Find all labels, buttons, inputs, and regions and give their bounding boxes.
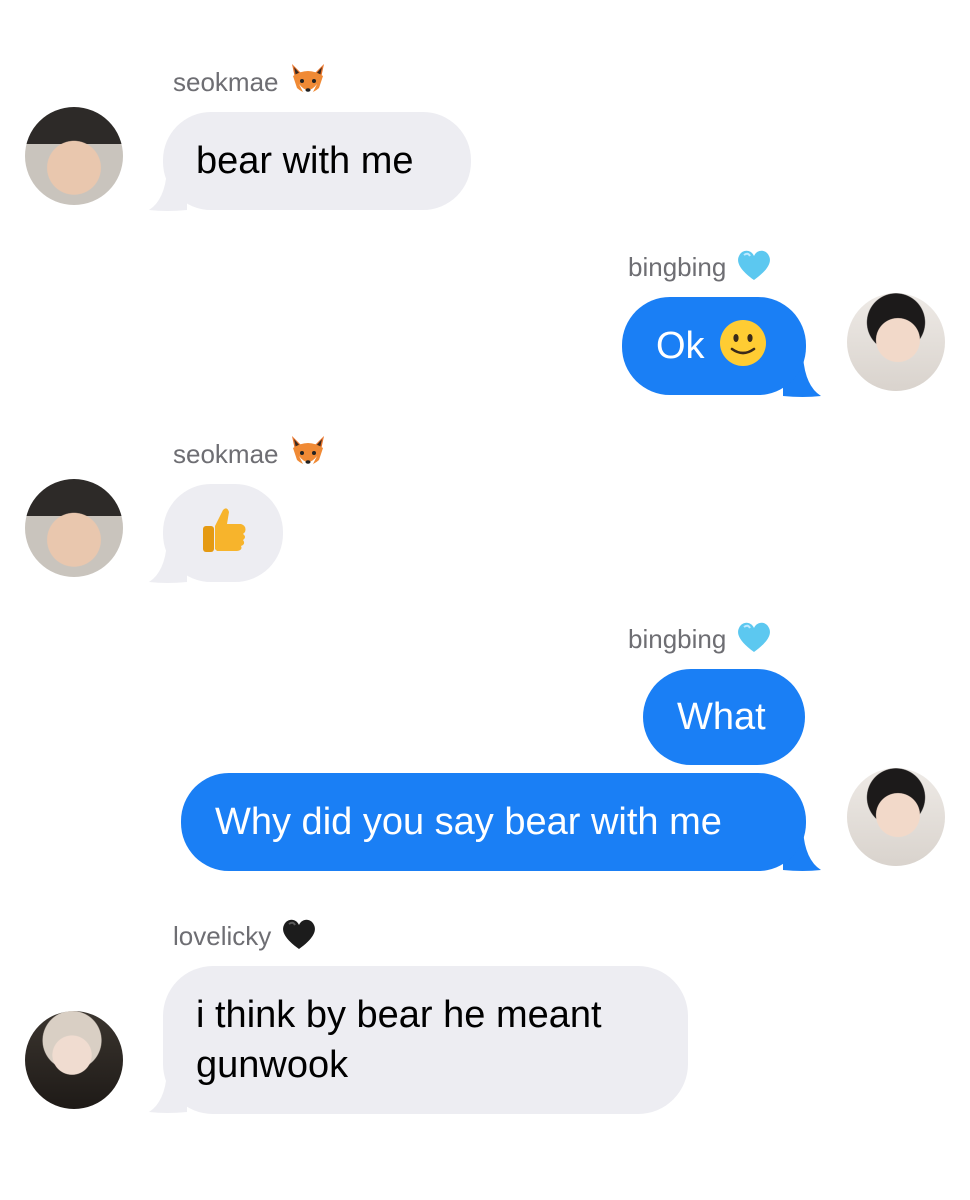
message-bubble-incoming[interactable]: bear with me [163,112,471,210]
sender-label: seokmae [173,439,279,469]
sender-name: seokmae [173,434,327,475]
black-heart-icon [281,917,317,956]
slightly-smiling-face-icon [719,319,767,373]
message-bubble-outgoing[interactable]: What [643,669,805,765]
avatar-bingbing[interactable] [847,293,945,391]
message-text: i think by bear he meant gunwook [196,994,602,1086]
sender-label: bingbing [628,624,727,654]
avatar-seokmae[interactable] [25,107,123,205]
message-text: What [677,696,766,738]
sender-name: bingbing [628,248,772,287]
avatar-lovelicky[interactable] [25,1011,123,1109]
avatar-bingbing[interactable] [847,768,945,866]
sender-label: lovelicky [173,921,272,951]
message-text: Ok [656,325,705,367]
fox-icon [289,62,327,103]
sender-name: bingbing [628,620,772,659]
fox-icon [289,434,327,475]
message-bubble-outgoing[interactable]: Why did you say bear with me [181,773,806,871]
sender-name: seokmae [173,62,327,103]
message-bubble-outgoing[interactable]: Ok [622,297,806,395]
avatar-seokmae[interactable] [25,479,123,577]
light-blue-heart-icon [736,248,772,287]
light-blue-heart-icon [736,620,772,659]
message-text: Why did you say bear with me [215,801,722,843]
sender-name: lovelicky [173,917,317,956]
message-text: bear with me [196,140,414,182]
thumbs-up-icon [197,504,249,562]
sender-label: seokmae [173,67,279,97]
message-bubble-incoming[interactable] [163,484,283,582]
message-bubble-incoming[interactable]: i think by bear he meant gunwook [163,966,688,1114]
sender-label: bingbing [628,252,727,282]
